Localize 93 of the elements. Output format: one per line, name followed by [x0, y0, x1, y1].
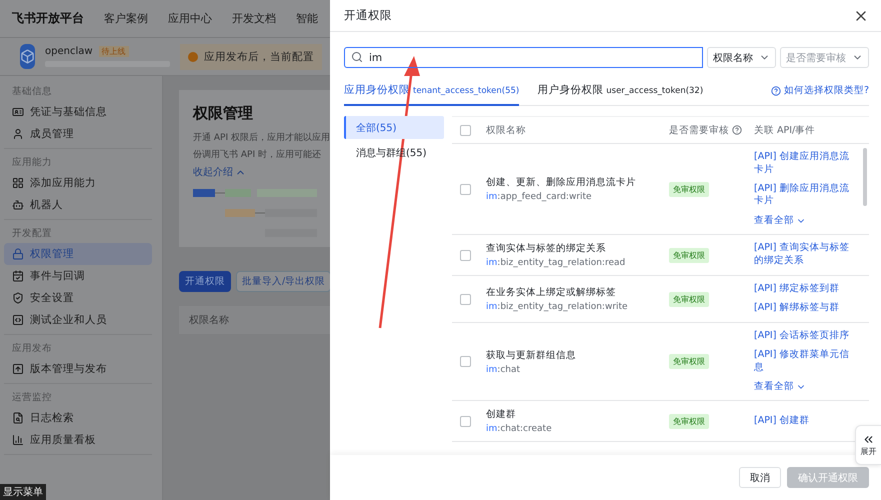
warning-icon [188, 52, 198, 62]
review-tag: 免审权限 [669, 414, 709, 429]
table-header: 权限名称 [179, 306, 330, 334]
help-icon [732, 125, 742, 135]
select-all-checkbox[interactable] [460, 124, 471, 136]
api-link[interactable]: [API] 会话标签页排序 [754, 330, 857, 343]
open-permission-button[interactable]: 开通权限 [179, 271, 231, 292]
sidebar-item[interactable]: 版本管理与发布 [4, 358, 152, 380]
view-all-link[interactable]: 查看全部 [754, 214, 806, 228]
drawer-title: 开通权限 [344, 8, 392, 23]
sidebar-item[interactable]: 应用质量看板 [4, 429, 152, 451]
permission-tab[interactable]: 应用身份权限 tenant_access_token(55) [344, 83, 520, 106]
page-title: 权限管理 [193, 104, 254, 123]
sidebar-item[interactable]: 机器人 [4, 194, 152, 216]
expand-button[interactable]: 展开 [855, 425, 881, 465]
upload-icon [12, 363, 24, 375]
sidebar-item[interactable]: 安全设置 [4, 287, 152, 309]
sidebar-item[interactable]: 事件与回调 [4, 265, 152, 287]
api-link[interactable]: [API] 创建群 [754, 414, 857, 428]
permission-name: 创建群 [486, 408, 517, 422]
column-header: 权限名称 [486, 124, 527, 136]
id-card-icon [12, 106, 24, 118]
lock-icon [12, 248, 24, 260]
permission-scope: im:app_feed_card:write [486, 192, 593, 202]
code-icon [12, 314, 24, 326]
app-icon [20, 44, 35, 69]
group-label: 应用发布 [11, 342, 53, 356]
nav-link[interactable]: 应用中心 [168, 11, 212, 26]
row-checkbox[interactable] [460, 184, 471, 195]
api-link[interactable]: [API] 创建应用消息流卡片 [754, 151, 857, 177]
review-tag: 免审权限 [669, 354, 709, 370]
permission-scope: im:biz_entity_tag_relation:read [486, 258, 626, 268]
review-tag: 免审权限 [669, 182, 709, 197]
double-chevron-left-icon [862, 433, 875, 446]
permission-scope: im:chat [486, 364, 522, 375]
cancel-button[interactable]: 取消 [739, 467, 781, 488]
sidebar-item[interactable]: 测试企业和人员 [4, 309, 152, 331]
sidebar-item[interactable]: 凭证与基础信息 [4, 101, 152, 123]
filter-dropdown[interactable]: 权限名称 [707, 47, 776, 68]
review-tag: 免审权限 [669, 292, 709, 307]
nav-link[interactable]: 开发文档 [232, 11, 276, 26]
help-icon [770, 86, 781, 96]
group-label: 运营监控 [11, 391, 53, 405]
permission-name: 创建、更新、删除应用消息流卡片 [486, 176, 637, 190]
calendar-icon [12, 270, 24, 282]
brand-logo[interactable]: 飞书开放平台 [12, 10, 84, 27]
robot-icon [12, 199, 24, 211]
category-item[interactable]: 全部(55) [344, 116, 444, 139]
description-text: 份调用飞书 API 时，应用可能还 [193, 148, 322, 161]
group-label: 基础信息 [11, 85, 53, 99]
permission-scope: im:biz_entity_tag_relation:write [486, 302, 629, 312]
api-link[interactable]: [API] 删除应用消息流卡片 [754, 182, 857, 208]
api-link[interactable]: [API] 查询实体与标签的绑定关系 [754, 242, 857, 268]
show-menu-tooltip[interactable]: 显示菜单 [0, 484, 46, 500]
group-label: 开发配置 [11, 227, 53, 241]
description-text: 开通 API 权限后，应用才能以应用 [193, 132, 330, 144]
filter-dropdown[interactable]: 是否需要审核 [780, 47, 869, 68]
permission-name: 查询实体与标签的绑定关系 [486, 242, 607, 256]
grid-icon [12, 177, 24, 189]
sidebar-item[interactable]: 日志检索 [4, 407, 152, 429]
bar-chart-icon [12, 434, 24, 446]
sidebar-item[interactable]: 成员管理 [4, 123, 152, 145]
nav-link[interactable]: 客户案例 [104, 11, 148, 26]
scrollbar[interactable] [863, 148, 867, 206]
api-link[interactable]: [API] 绑定标签到群 [754, 283, 857, 296]
sidebar-item[interactable]: 添加应用能力 [4, 172, 152, 194]
column-header: 关联 API/事件 [754, 124, 816, 136]
permission-tab[interactable]: 用户身份权限 user_access_token(32) [537, 83, 704, 106]
search-icon [351, 51, 363, 63]
api-link[interactable]: [API] 解绑标签与群 [754, 302, 857, 315]
row-checkbox[interactable] [460, 416, 471, 427]
nav-link[interactable]: 智能 [296, 11, 318, 26]
view-all-link[interactable]: 查看全部 [754, 380, 806, 394]
row-checkbox[interactable] [460, 250, 471, 261]
user-icon [12, 128, 24, 140]
import-export-button[interactable]: 批量导入/导出权限 [236, 271, 330, 292]
notice-text: 应用发布后，当前配置 [204, 50, 314, 64]
group-label: 应用能力 [11, 156, 53, 170]
file-search-icon [12, 412, 24, 424]
permission-name: 获取与更新群组信息 [486, 348, 577, 362]
collapse-link[interactable]: 收起介绍 [193, 165, 246, 179]
shield-check-icon [12, 292, 24, 304]
help-link[interactable]: 如何选择权限类型? [770, 84, 869, 105]
search-field[interactable]: im [344, 47, 703, 68]
status-badge: 待上线 [98, 46, 129, 57]
permission-name: 在业务实体上绑定或解绑标签 [486, 286, 617, 300]
review-tag: 免审权限 [669, 248, 709, 263]
api-link[interactable]: [API] 修改群菜单元信息 [754, 348, 857, 374]
row-checkbox[interactable] [460, 294, 471, 305]
column-header: 是否需要审核 [669, 124, 754, 136]
app-name: openclaw [45, 46, 93, 57]
permission-scope: im:chat:create [486, 424, 553, 434]
row-checkbox[interactable] [460, 356, 471, 368]
